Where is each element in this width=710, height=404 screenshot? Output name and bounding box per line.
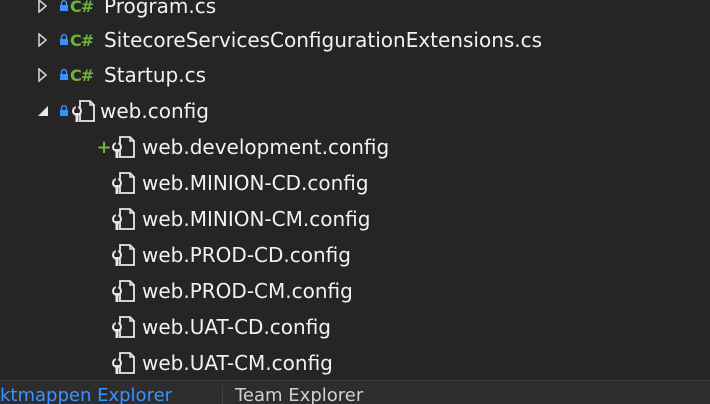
tree-item-sitecore-services-configuration-extensions-cs[interactable]: C# SitecoreServicesConfigurationExtensio… (36, 22, 542, 58)
tree-item-label: web.development.config (142, 135, 390, 159)
expand-arrow-icon[interactable] (36, 66, 50, 84)
tree-item-program-cs[interactable]: C# Program.cs (36, 0, 216, 24)
tab-team-explorer[interactable]: Team Explorer (222, 385, 710, 404)
lock-icon (58, 32, 70, 48)
lock-icon (58, 67, 70, 83)
config-file-icon (110, 314, 138, 340)
tree-item-startup-cs[interactable]: C# Startup.cs (36, 57, 206, 93)
collapse-arrow-icon[interactable] (36, 102, 50, 120)
tree-item-label: Program.cs (104, 0, 217, 18)
solution-explorer-tree: C# Program.cs C# SitecoreServicesConfigu… (0, 0, 710, 380)
lock-icon (58, 0, 70, 14)
config-file-icon (110, 170, 138, 196)
tree-item-web-development-config[interactable]: + web.development.config (96, 129, 390, 165)
csharp-file-icon: C# (70, 0, 94, 16)
config-file-icon (110, 134, 138, 160)
tree-item-web-uat-cm-config[interactable]: web.UAT-CM.config (110, 345, 333, 381)
tree-item-web-config[interactable]: web.config (36, 93, 209, 129)
expand-arrow-icon[interactable] (36, 31, 50, 49)
tab-solution-explorer[interactable]: ktmappen Explorer (0, 385, 214, 404)
tree-item-label: web.UAT-CM.config (142, 351, 333, 375)
config-file-icon (70, 98, 98, 124)
config-file-icon (110, 206, 138, 232)
tree-item-label: Startup.cs (104, 63, 207, 87)
tree-item-label: web.PROD-CM.config (142, 279, 353, 303)
tree-item-label: SitecoreServicesConfigurationExtensions.… (104, 28, 543, 52)
tree-item-web-prod-cm-config[interactable]: web.PROD-CM.config (110, 273, 353, 309)
lock-icon (58, 103, 70, 119)
tree-item-web-minion-cm-config[interactable]: web.MINION-CM.config (110, 201, 370, 237)
config-file-icon (110, 278, 138, 304)
tree-item-label: web.UAT-CD.config (142, 315, 332, 339)
config-file-icon (110, 350, 138, 376)
tree-item-label: web.PROD-CD.config (142, 243, 351, 267)
tree-item-label: web.MINION-CM.config (142, 207, 371, 231)
expand-arrow-icon[interactable] (36, 0, 50, 15)
csharp-file-icon: C# (70, 65, 94, 85)
tree-item-web-prod-cd-config[interactable]: web.PROD-CD.config (110, 237, 351, 273)
tool-window-tab-strip: ktmappen Explorer Team Explorer (0, 380, 710, 404)
tree-item-web-uat-cd-config[interactable]: web.UAT-CD.config (110, 309, 331, 345)
tree-item-label: web.MINION-CD.config (142, 171, 369, 195)
tree-item-web-minion-cd-config[interactable]: web.MINION-CD.config (110, 165, 369, 201)
tree-item-label: web.config (100, 99, 209, 123)
csharp-file-icon: C# (70, 30, 94, 50)
added-marker-icon: + (96, 136, 112, 158)
config-file-icon (110, 242, 138, 268)
